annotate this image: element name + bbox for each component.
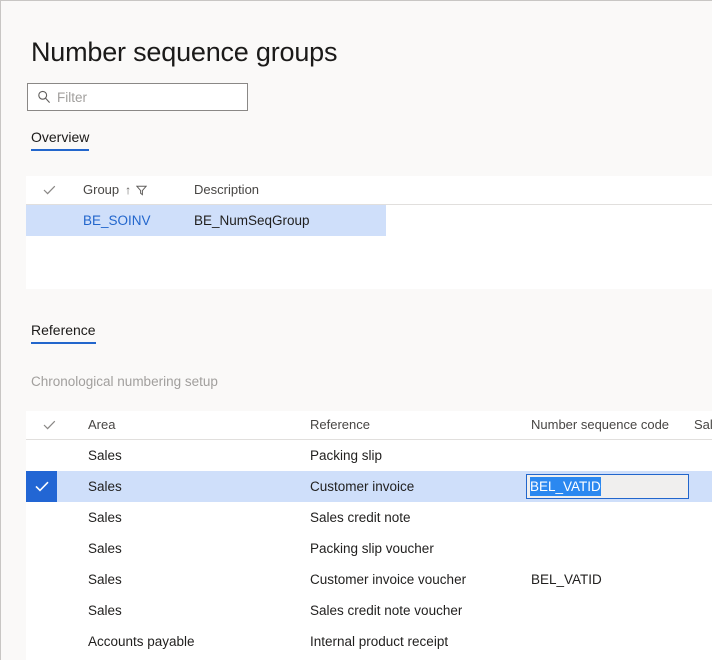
overview-grid-header: Group ↑ Description [26, 176, 712, 205]
table-row[interactable]: Sales Customer invoice BEL_VATID [26, 471, 712, 502]
tab-reference-underline [31, 342, 96, 344]
cell-reference: Packing slip voucher [310, 533, 434, 564]
cell-reference: Sales credit note voucher [310, 595, 462, 626]
column-header-number-sequence-code[interactable]: Number sequence code [531, 411, 669, 439]
sort-ascending-icon[interactable]: ↑ [125, 176, 131, 204]
column-header-reference[interactable]: Reference [310, 411, 370, 439]
cell-area: Sales [88, 564, 122, 595]
cell-group[interactable]: BE_SOINV [83, 205, 151, 236]
cell-reference: Internal product receipt [310, 626, 448, 657]
chronological-numbering-setup-label: Chronological numbering setup [31, 374, 218, 389]
reference-grid-header: Area Reference Number sequence code Sale… [26, 411, 712, 440]
tab-reference[interactable]: Reference [31, 322, 96, 344]
cell-reference: Sales credit note [310, 502, 411, 533]
table-row[interactable]: Sales Packing slip voucher [26, 533, 712, 564]
cell-reference: Customer invoice voucher [310, 564, 466, 595]
row-selected-checkmark-icon[interactable] [26, 471, 57, 502]
number-sequence-code-input[interactable]: BEL_VATID [526, 474, 689, 499]
search-icon [33, 84, 55, 110]
select-all-checkmark-icon[interactable] [38, 176, 60, 204]
table-row[interactable]: Sales Packing slip [26, 440, 712, 471]
tab-overview-underline [31, 149, 89, 151]
number-sequence-code-input-value: BEL_VATID [530, 477, 601, 496]
overview-grid: Group ↑ Description BE_SOINV BE_NumSeqGr… [26, 176, 712, 289]
tab-overview[interactable]: Overview [31, 129, 89, 151]
table-row[interactable]: BE_SOINV BE_NumSeqGroup [26, 205, 386, 236]
column-header-group-label: Group [83, 176, 119, 204]
cell-area: Sales [88, 502, 122, 533]
table-row[interactable]: Sales Customer invoice voucher BEL_VATID [26, 564, 712, 595]
table-row[interactable]: Sales Sales credit note voucher [26, 595, 712, 626]
cell-number-sequence-code[interactable]: BEL_VATID [531, 564, 602, 595]
column-header-description[interactable]: Description [194, 176, 259, 204]
cell-description: BE_NumSeqGroup [194, 205, 310, 236]
cell-reference: Customer invoice [310, 471, 414, 502]
page-title: Number sequence groups [31, 37, 337, 68]
tab-overview-label: Overview [31, 129, 89, 145]
filter-input[interactable] [57, 85, 237, 109]
cell-area: Sales [88, 440, 122, 471]
cell-area: Sales [88, 595, 122, 626]
table-row[interactable]: Accounts payable Internal product receip… [26, 626, 712, 657]
column-header-group[interactable]: Group ↑ [83, 176, 147, 204]
funnel-icon[interactable] [136, 185, 147, 196]
column-header-sales-tax[interactable]: Sales tax [694, 411, 712, 439]
filter-box[interactable] [27, 83, 248, 111]
column-header-area[interactable]: Area [88, 411, 115, 439]
reference-grid: Area Reference Number sequence code Sale… [26, 411, 712, 660]
cell-area: Accounts payable [88, 626, 195, 657]
cell-reference: Packing slip [310, 440, 382, 471]
cell-area: Sales [88, 471, 122, 502]
page-root: Number sequence groups Overview Group ↑ [0, 0, 712, 660]
tab-reference-label: Reference [31, 322, 96, 338]
cell-area: Sales [88, 533, 122, 564]
select-all-checkmark-icon[interactable] [38, 411, 60, 439]
table-row[interactable]: Sales Sales credit note [26, 502, 712, 533]
